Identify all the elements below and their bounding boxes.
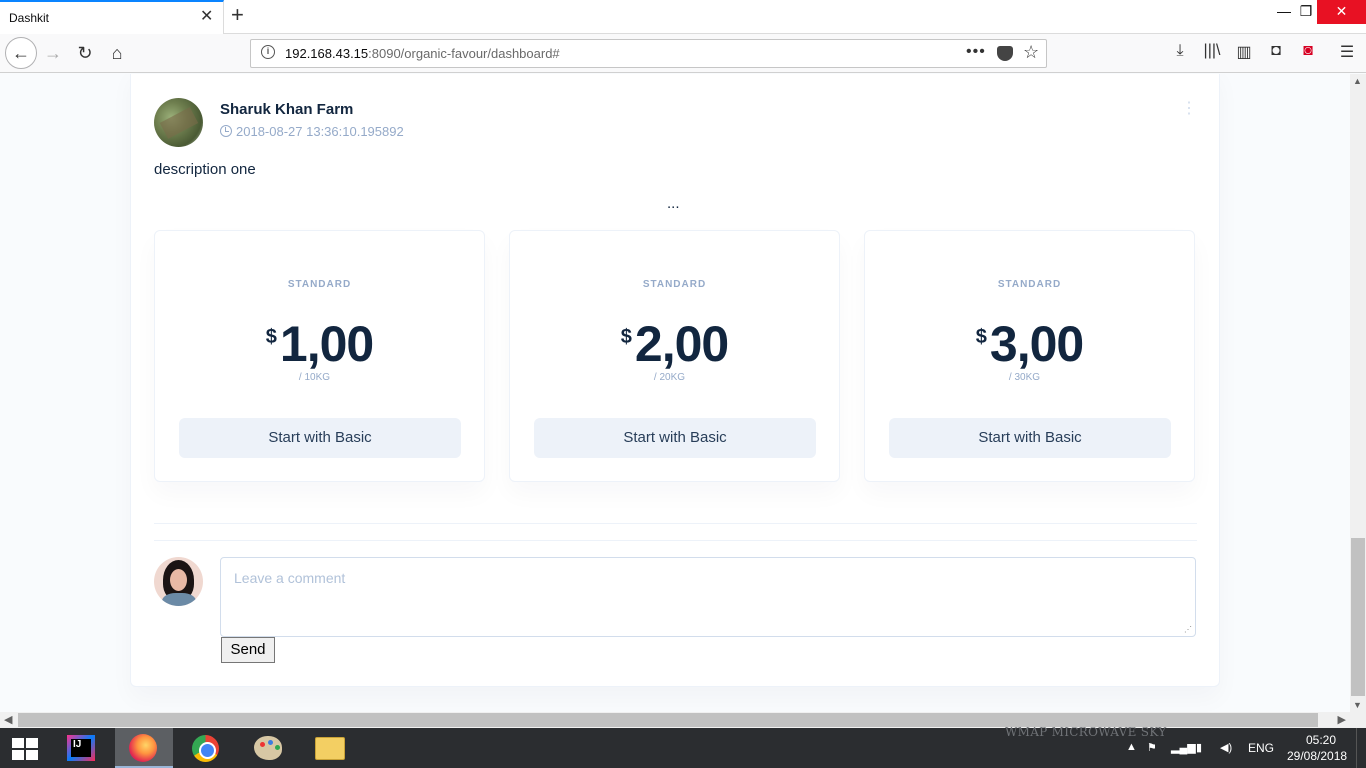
browser-tab-dashkit[interactable]: Dashkit ✕ bbox=[0, 0, 224, 34]
price-amount: 1,00 bbox=[279, 316, 374, 372]
plan-name: STANDARD bbox=[287, 279, 352, 290]
scrollbar-corner bbox=[1350, 712, 1366, 728]
currency-symbol: $ bbox=[265, 326, 277, 348]
comment-input[interactable]: Leave a comment ⋰ bbox=[220, 557, 1196, 637]
scroll-right-icon[interactable]: ▶ bbox=[1338, 713, 1346, 726]
price-amount: 3,00 bbox=[989, 316, 1084, 372]
action-flag-icon[interactable]: ⚑ bbox=[1147, 741, 1157, 754]
new-tab-button[interactable]: + bbox=[231, 4, 244, 26]
page-actions-icon[interactable]: ••• bbox=[966, 43, 986, 61]
tray-expand-icon[interactable]: ▲ bbox=[1126, 741, 1137, 753]
start-with-basic-button[interactable]: Start with Basic bbox=[889, 418, 1171, 458]
taskbar: IJ WMAP MICROWAVE SKY ▲ ⚑ ▂▄▆ ▮ ◀) ENG 0… bbox=[0, 725, 1366, 768]
library-icon[interactable]: |||\ bbox=[1202, 42, 1222, 60]
page-viewport: Sharuk Khan Farm 2018-08-27 13:36:10.195… bbox=[0, 74, 1350, 712]
plan-name: STANDARD bbox=[642, 279, 707, 290]
url-host: 192.168.43.15 bbox=[285, 46, 369, 61]
tab-close-icon[interactable]: ✕ bbox=[200, 8, 213, 26]
url-text[interactable]: 192.168.43.15:8090/organic-favour/dashbo… bbox=[285, 46, 560, 61]
language-indicator[interactable]: ENG bbox=[1248, 741, 1274, 755]
sidebar-icon[interactable]: ▥ bbox=[1234, 42, 1254, 62]
pocket-toolbar-icon[interactable]: ◘ bbox=[1266, 42, 1286, 60]
windows-start-icon[interactable] bbox=[12, 738, 38, 760]
downloads-icon[interactable]: ⤓ bbox=[1170, 42, 1190, 60]
scroll-up-icon[interactable]: ▲ bbox=[1353, 76, 1362, 86]
forward-button[interactable]: → bbox=[38, 38, 68, 68]
site-info-icon[interactable]: i bbox=[261, 45, 275, 59]
price: $3,00 bbox=[865, 315, 1194, 373]
comment-placeholder: Leave a comment bbox=[234, 570, 346, 586]
clock-icon bbox=[220, 125, 232, 137]
firefox-taskbar-icon[interactable] bbox=[115, 728, 173, 768]
reload-button[interactable]: ↻ bbox=[70, 38, 100, 68]
volume-icon[interactable]: ◀) bbox=[1220, 741, 1232, 754]
post-description: description one bbox=[154, 161, 256, 178]
send-button[interactable]: Send bbox=[221, 637, 275, 663]
battery-icon[interactable]: ▮ bbox=[1196, 741, 1202, 754]
network-icon[interactable]: ▂▄▆ bbox=[1171, 741, 1196, 754]
vertical-scrollbar[interactable]: ▲ ▼ bbox=[1350, 74, 1366, 712]
hamburger-menu-icon[interactable]: ☰ bbox=[1337, 42, 1357, 62]
extension-icon[interactable]: ◙ bbox=[1298, 42, 1318, 60]
pricing-card: STANDARD $1,00 / 10KG Start with Basic bbox=[154, 230, 485, 482]
scroll-down-icon[interactable]: ▼ bbox=[1353, 700, 1362, 710]
plan-name: STANDARD bbox=[997, 279, 1062, 290]
desktop-watermark: WMAP MICROWAVE SKY bbox=[1005, 725, 1167, 739]
price: $1,00 bbox=[155, 315, 484, 373]
pricing-card: STANDARD $3,00 / 30KG Start with Basic bbox=[864, 230, 1195, 482]
home-button[interactable]: ⌂ bbox=[102, 38, 132, 68]
price-unit: / 20KG bbox=[653, 372, 686, 383]
paint-taskbar-icon[interactable] bbox=[239, 728, 297, 768]
price-amount: 2,00 bbox=[634, 316, 729, 372]
browser-tab-bar: Dashkit ✕ + — ❐ ✕ bbox=[0, 0, 1366, 34]
currency-symbol: $ bbox=[620, 326, 632, 348]
start-with-basic-button[interactable]: Start with Basic bbox=[534, 418, 816, 458]
pricing-card: STANDARD $2,00 / 20KG Start with Basic bbox=[509, 230, 840, 482]
bookmark-star-icon[interactable]: ☆ bbox=[1023, 42, 1039, 63]
more-ellipsis: ... bbox=[667, 195, 680, 212]
currency-symbol: $ bbox=[975, 326, 987, 348]
price: $2,00 bbox=[510, 315, 839, 373]
start-with-basic-button[interactable]: Start with Basic bbox=[179, 418, 461, 458]
show-desktop-button[interactable] bbox=[1356, 728, 1366, 768]
price-unit: / 10KG bbox=[298, 372, 331, 383]
pocket-icon[interactable] bbox=[997, 46, 1013, 61]
file-explorer-taskbar-icon[interactable] bbox=[301, 728, 359, 768]
tab-title: Dashkit bbox=[9, 11, 50, 25]
scroll-left-icon[interactable]: ◀ bbox=[4, 713, 12, 726]
resize-grip-icon[interactable]: ⋰ bbox=[1184, 625, 1192, 634]
price-unit: / 30KG bbox=[1008, 372, 1041, 383]
timestamp-text: 2018-08-27 13:36:10.195892 bbox=[236, 124, 404, 139]
divider bbox=[154, 540, 1197, 541]
scroll-thumb[interactable] bbox=[1351, 538, 1365, 696]
back-button[interactable]: ← bbox=[5, 37, 37, 69]
url-path: :8090/organic-favour/dashboard# bbox=[368, 46, 560, 61]
clock-date[interactable]: 29/08/2018 bbox=[1287, 749, 1347, 763]
post-timestamp: 2018-08-27 13:36:10.195892 bbox=[220, 124, 404, 139]
url-bar[interactable]: i 192.168.43.15:8090/organic-favour/dash… bbox=[250, 39, 1047, 68]
clock-time[interactable]: 05:20 bbox=[1301, 733, 1341, 747]
price-unit-wrap: / 10KG bbox=[155, 372, 484, 383]
post-author[interactable]: Sharuk Khan Farm bbox=[220, 101, 353, 118]
price-unit-wrap: / 20KG bbox=[510, 372, 839, 383]
intellij-taskbar-icon[interactable]: IJ bbox=[53, 728, 111, 768]
more-options-icon[interactable]: ⋮ bbox=[1181, 101, 1197, 117]
browser-nav-bar: ← → ↻ ⌂ i 192.168.43.15:8090/organic-fav… bbox=[0, 34, 1366, 73]
farm-avatar[interactable] bbox=[154, 98, 203, 147]
window-close-button[interactable]: ✕ bbox=[1317, 0, 1366, 24]
chrome-taskbar-icon[interactable] bbox=[177, 728, 235, 768]
post-card: Sharuk Khan Farm 2018-08-27 13:36:10.195… bbox=[130, 74, 1220, 687]
divider bbox=[154, 523, 1197, 524]
user-avatar[interactable] bbox=[154, 557, 203, 606]
price-unit-wrap: / 30KG bbox=[865, 372, 1194, 383]
